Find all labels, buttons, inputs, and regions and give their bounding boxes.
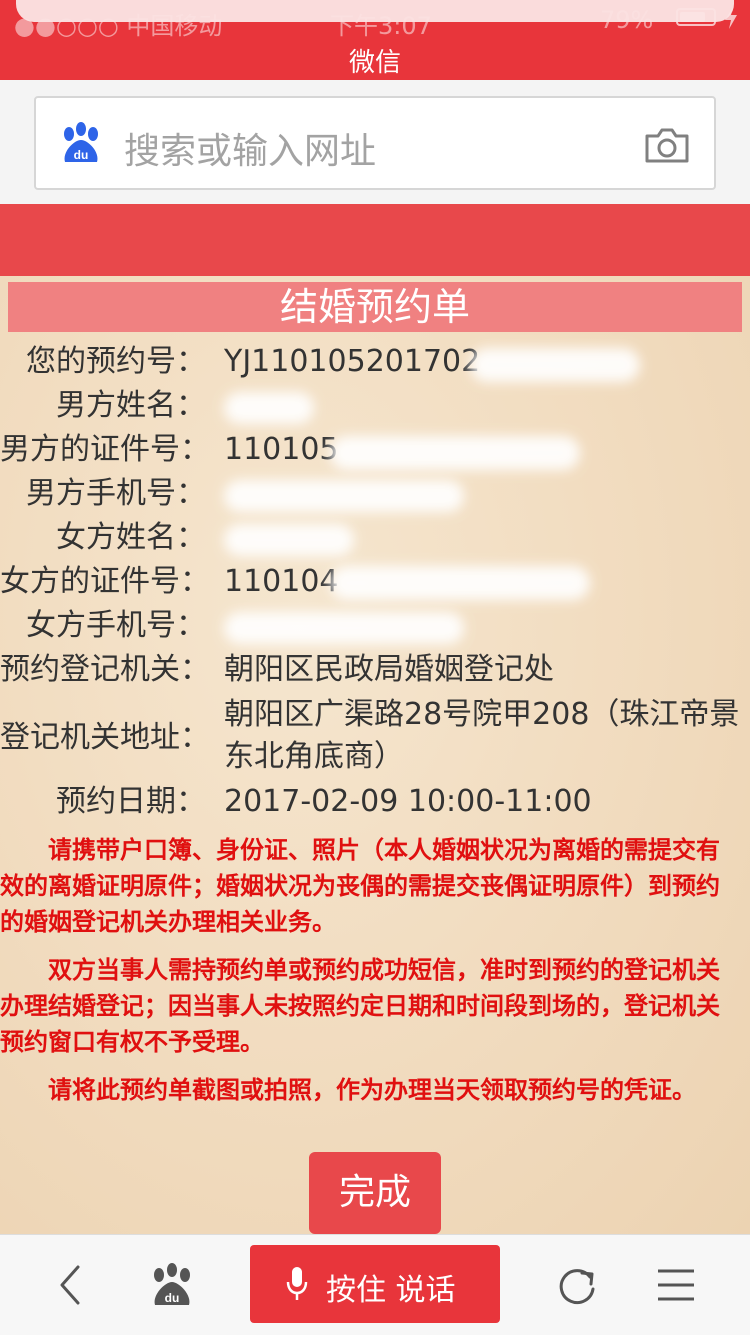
refresh-icon[interactable]: [556, 1265, 598, 1307]
redaction-mark: [224, 524, 354, 556]
notice-text: 请携带户口簿、身份证、照片（本人婚姻状况为离婚的需提交有效的离婚证明原件；婚姻状…: [0, 836, 720, 936]
browser-toolbar: du 按住 说话: [0, 1234, 750, 1335]
redaction-mark: [224, 392, 314, 424]
baidu-paw-icon: du: [64, 122, 98, 162]
field-appointment-date: 预约日期： 2017-02-09 10:00-11:00: [0, 780, 750, 824]
field-label: 预约日期：: [56, 784, 206, 819]
field-address-value: 朝阳区广渠路28号院甲208（珠江帝景东北角底商）: [224, 697, 740, 774]
redaction-mark: [224, 480, 464, 512]
form-title: 结婚预约单: [8, 282, 742, 332]
header-band: [0, 204, 750, 276]
field-label: 您的预约号：: [26, 344, 206, 379]
hold-to-talk-button[interactable]: 按住 说话: [250, 1245, 500, 1323]
app-title: 微信: [348, 48, 401, 78]
field-label: 男方的证件号：: [0, 432, 210, 467]
redaction-mark: [330, 566, 590, 600]
search-placeholder: 搜索或输入网址: [124, 131, 377, 172]
notice-screenshot: 请将此预约单截图或拍照，作为办理当天领取预约号的凭证。: [0, 1072, 740, 1108]
status-bar: ●●○○○ 中国移动 下午3:07 79% 微信: [0, 0, 750, 80]
field-label: 女方的证件号：: [0, 564, 210, 599]
notice-punctuality: 双方当事人需持预约单或预约成功短信，准时到预约的登记机关办理结婚登记；因当事人未…: [0, 952, 740, 1060]
search-area: du 搜索或输入网址: [0, 80, 750, 204]
redaction-mark: [470, 348, 640, 382]
svg-text:du: du: [74, 148, 89, 162]
camera-icon[interactable]: [644, 126, 690, 164]
field-label: 登记机关地址：: [0, 720, 210, 755]
notification-banner[interactable]: [16, 0, 734, 22]
search-input[interactable]: du 搜索或输入网址: [34, 96, 716, 190]
notice-text: 双方当事人需持预约单或预约成功短信，准时到预约的登记机关办理结婚登记；因当事人未…: [0, 956, 720, 1056]
field-label: 男方姓名：: [56, 388, 206, 423]
field-label: 女方手机号：: [26, 608, 206, 643]
done-button[interactable]: 完成: [309, 1152, 441, 1234]
field-label: 男方手机号：: [26, 476, 206, 511]
back-arrow-icon[interactable]: [56, 1263, 86, 1307]
redaction-mark: [330, 436, 580, 470]
field-registry-office: 预约登记机关： 朝阳区民政局婚姻登记处: [0, 648, 750, 692]
field-label: 女方姓名：: [56, 520, 206, 555]
notice-text: 请将此预约单截图或拍照，作为办理当天领取预约号的凭证。: [48, 1076, 696, 1104]
notice-documents: 请携带户口簿、身份证、照片（本人婚姻状况为离婚的需提交有效的离婚证明原件；婚姻状…: [0, 832, 740, 940]
field-bride-name: 女方姓名：: [0, 516, 750, 560]
field-value: 2017-02-09 10:00-11:00: [224, 784, 592, 819]
menu-icon[interactable]: [656, 1267, 696, 1303]
baidu-home-icon[interactable]: du: [150, 1263, 194, 1309]
field-groom-name: 男方姓名：: [0, 384, 750, 428]
redaction-mark: [224, 612, 464, 644]
field-value: 朝阳区民政局婚姻登记处: [224, 652, 554, 687]
microphone-icon: [286, 1267, 308, 1300]
hold-to-talk-label: 按住 说话: [326, 1273, 456, 1308]
svg-text:du: du: [165, 1291, 180, 1305]
field-label: 预约登记机关：: [0, 652, 210, 687]
